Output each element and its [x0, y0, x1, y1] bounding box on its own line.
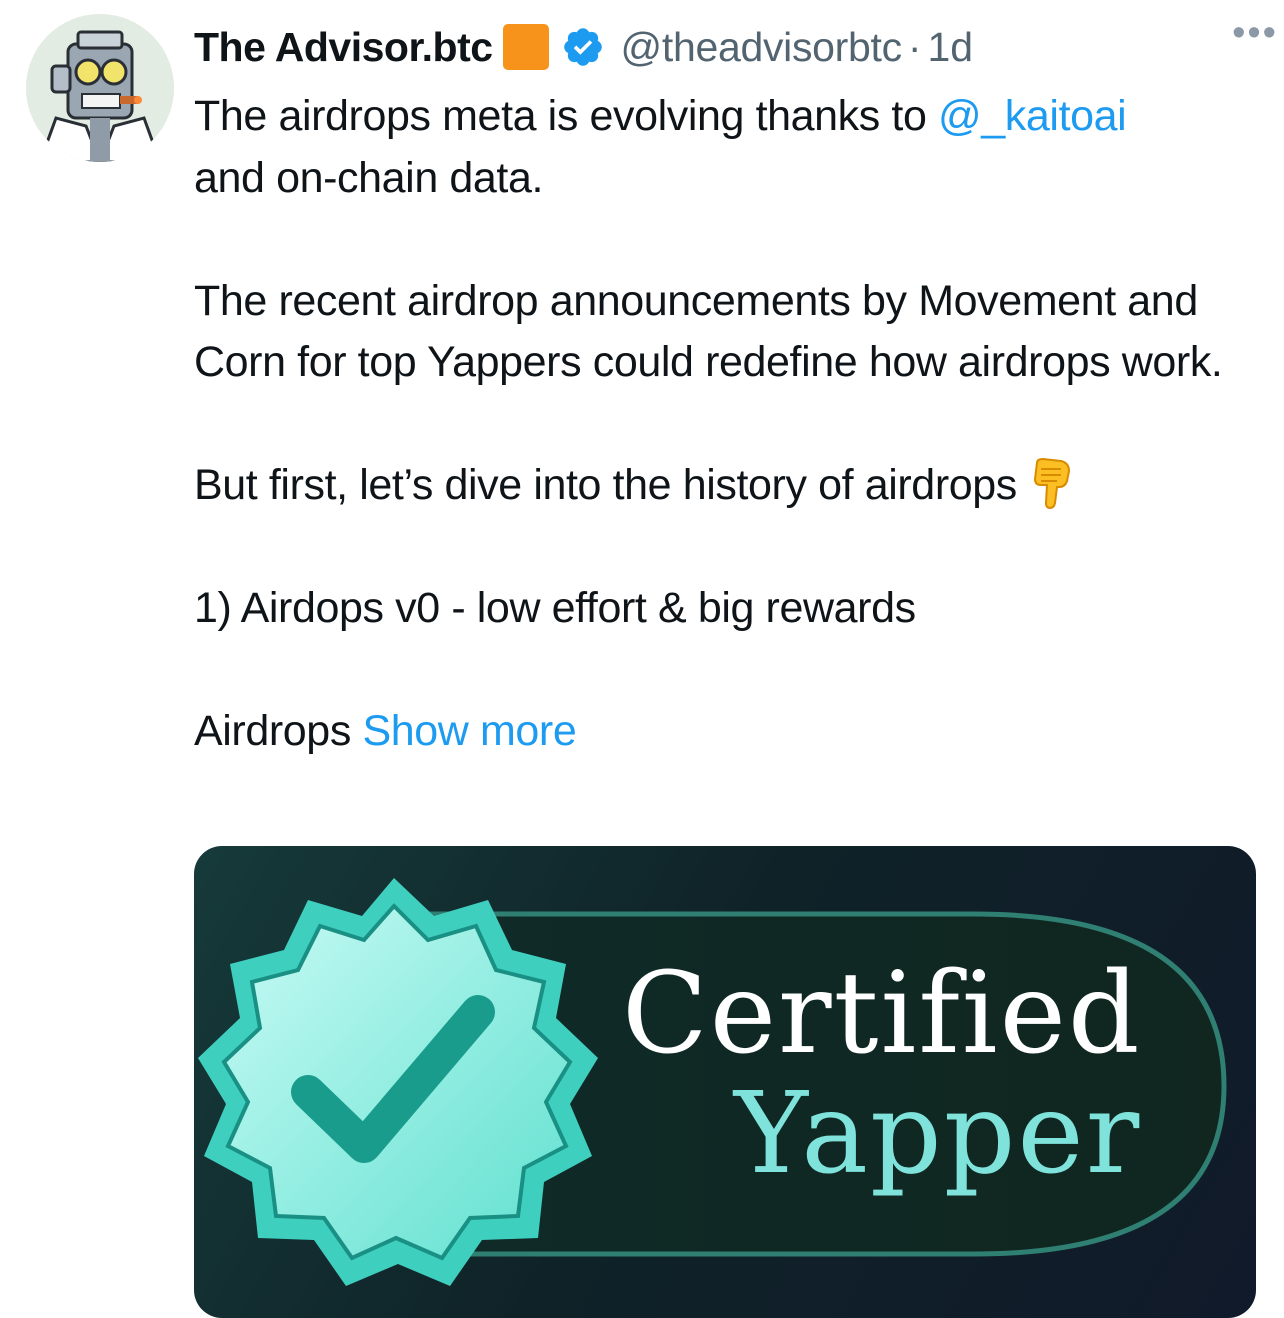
backhand-index-pointing-down-icon	[1033, 457, 1070, 509]
tweet-paragraph-4: 1) Airdops v0 - low effort & big rewards	[194, 584, 916, 632]
avatar[interactable]	[26, 14, 174, 162]
tweet-paragraph-1: The airdrops meta is evolving thanks to …	[194, 86, 1264, 209]
tweet-paragraph-2: The recent airdrop announcements by Move…	[194, 276, 1223, 387]
author-name[interactable]: The Advisor.btc	[194, 24, 493, 71]
tweet-text-intro: The airdrops meta is evolving thanks to	[194, 92, 939, 140]
tweet-text: The airdrops meta is evolving thanks to …	[194, 86, 1264, 763]
mention-link[interactable]: @_kaitoai	[938, 92, 1127, 140]
show-more-link[interactable]: Show more	[362, 707, 576, 755]
tweet-text-intro-end: and on-chain data.	[194, 153, 544, 202]
timestamp[interactable]: 1d	[927, 24, 973, 71]
media-title-line1: Certified	[622, 949, 1142, 1079]
separator-dot: ·	[907, 23, 922, 70]
tweet-media-image[interactable]: Certified Yapper	[194, 846, 1256, 1318]
verified-badge-icon[interactable]	[561, 25, 605, 69]
tweet-paragraph-5: Airdrops Show more	[194, 701, 1264, 763]
tweet-paragraph-3: But first, let’s dive into the history o…	[194, 455, 1264, 517]
author-handle[interactable]: @theadvisorbtc	[621, 24, 903, 71]
orange-square-icon	[502, 24, 549, 70]
media-title-line2: Yapper	[734, 1069, 1142, 1199]
tweet-header: The Advisor.btc @theadvisorbtc · 1d	[194, 18, 1260, 76]
more-options-icon[interactable]: •••	[1232, 14, 1278, 52]
tweet-paragraph-5-text: Airdrops	[194, 707, 363, 755]
tweet-paragraph-3-text: But first, let’s dive into the history o…	[194, 461, 1017, 509]
robot-avatar-icon	[26, 14, 174, 162]
